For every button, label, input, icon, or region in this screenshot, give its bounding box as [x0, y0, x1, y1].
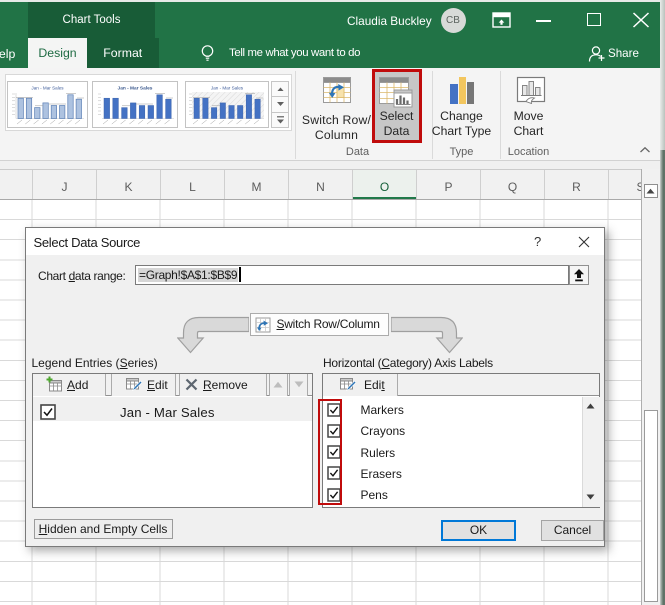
svg-text:Jan - Mar Sales: Jan - Mar Sales [118, 85, 153, 91]
svg-text:Jan - Mar Sales: Jan - Mar Sales [31, 85, 64, 90]
svg-text:Jan - Mar Sales: Jan - Mar Sales [210, 85, 243, 90]
